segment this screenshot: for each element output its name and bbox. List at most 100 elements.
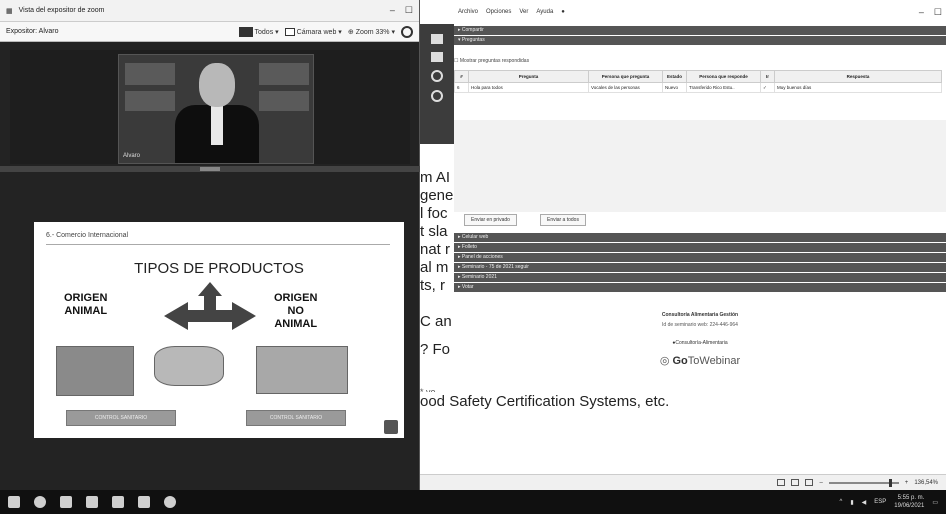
search-icon[interactable] [34,496,46,508]
read-mode-icon[interactable] [777,479,786,486]
record-icon[interactable] [431,70,443,82]
control-sanitario-left: CONTROL SANITARIO [66,410,176,426]
camera-dropdown[interactable]: Cámara web ▾ [284,27,342,36]
chevron-up-icon[interactable]: ^ [840,499,843,505]
maximize-icon[interactable]: ☐ [405,5,413,16]
presenter-shirt [211,105,223,145]
webinar-title: Consultoría Alimentaria Gestión [661,312,739,318]
menu-archivo[interactable]: Archivo [458,9,478,15]
answer-pane[interactable] [454,120,946,212]
show-answered-checkbox[interactable]: ☐ Mostrar preguntas respondidas [454,58,529,64]
col-num[interactable]: # [454,70,469,83]
presenter-window-title: Vista del expositor de zoom [18,7,105,14]
task-view-icon[interactable] [60,496,72,508]
taskbar: ^ ▮ ◀ ESP 5:55 p. m. 19/06/2021 ▭ [0,490,946,514]
slide-logo [384,420,398,434]
presentation-slide: 6.- Comercio Internacional TIPOS DE PROD… [34,222,404,438]
app-icon: ▦ [6,7,13,15]
window-controls: – ☐ [919,7,942,18]
col-pregunta[interactable]: Pregunta [468,70,589,83]
origen-no-animal-label: ORIGEN NO ANIMAL [274,292,318,330]
help-icon[interactable]: ● [561,9,565,15]
side-toolbar [420,24,454,144]
webinar-id: Id de seminario web: 224-446-964 [662,322,738,328]
slide-title: TIPOS DE PRODUCTOS [134,260,304,277]
section-votar[interactable]: ▸ Votar [454,283,946,292]
col-persona-responde[interactable]: Persona que responde [686,70,761,83]
send-all-button[interactable]: Enviar a todos [540,214,586,226]
zoom-out-icon[interactable]: – [819,480,822,486]
section-compartir[interactable]: ▸ Compartir [454,26,946,35]
col-ir[interactable]: Ir [760,70,775,83]
web-layout-icon[interactable] [805,479,814,486]
slide-header: 6.- Comercio Internacional [46,232,129,239]
origen-animal-label: ORIGEN ANIMAL [64,292,108,317]
menu-ayuda[interactable]: Ayuda [536,9,553,15]
zoom-icon: ⊕ [347,28,354,36]
section-seminario-2[interactable]: ▸ Seminario 2021 [454,273,946,282]
table-header-row: # Pregunta Persona que pregunta Estado P… [454,70,942,83]
word-icon[interactable] [138,496,150,508]
mic-icon[interactable] [431,90,443,102]
camera-icon [284,27,295,36]
webcam-icon[interactable] [431,52,443,62]
section-preguntas[interactable]: ▾ Preguntas [454,36,946,45]
volume-icon[interactable]: ◀ [862,499,867,506]
webcam-video: Alvaro [118,54,314,164]
zoom-in-icon[interactable]: + [905,480,909,486]
window-controls: – ☐ [390,5,413,16]
gotowebinar-icon: ◎ [659,355,673,367]
desktop: ▦ Vista del expositor de zoom – ☐ Exposi… [0,0,946,514]
notifications-icon[interactable]: ▭ [932,499,938,506]
explorer-icon[interactable] [112,496,124,508]
presenter-label: Expositor: Alvaro [6,28,59,35]
control-sanitario-right: CONTROL SANITARIO [246,410,346,426]
view-dropdown[interactable]: Todos ▾ [238,26,279,37]
doc-line-1: ood Safety Certification Systems, etc. [420,393,670,410]
splitter-grip[interactable] [200,167,220,171]
zoom-slider[interactable] [828,478,899,487]
doc-line-0: * ve... [420,387,444,392]
status-bar: – + 136,54% [420,474,946,490]
minimize-icon[interactable]: – [390,5,395,16]
col-respuesta[interactable]: Respuesta [774,70,942,83]
webcam-name-label: Alvaro [123,153,141,159]
background-document-bottom: * ve... ood Safety Certification Systems… [420,382,669,412]
network-icon[interactable]: ▮ [850,499,853,506]
clock[interactable]: 5:55 p. m. 19/06/2021 [894,494,924,510]
splitter[interactable] [0,166,420,172]
section-panel[interactable]: ▸ Panel de acciones [454,253,946,262]
minimize-icon[interactable]: – [919,7,924,18]
zoom-level: 136,54% [914,479,938,486]
browser-icon[interactable] [86,496,98,508]
menu-opciones[interactable]: Opciones [486,9,511,15]
presenter-toolbar: Expositor: Alvaro Todos ▾ Cámara web ▾ ⊕… [0,22,419,42]
settings-circle-icon[interactable] [401,25,413,38]
start-icon[interactable] [8,496,20,508]
app-icon[interactable] [164,496,176,508]
slide-divider [46,244,390,245]
col-persona-pregunta[interactable]: Persona que pregunta [588,70,663,83]
presenter-window: ▦ Vista del expositor de zoom – ☐ Exposi… [0,0,420,490]
webinar-info-box: Consultoría Alimentaria Gestión Id de se… [454,306,946,386]
webcam-area: Alvaro [10,50,410,164]
product-photo [256,346,348,394]
screen-share-icon[interactable] [431,34,443,44]
send-private-button[interactable]: Enviar en privado [464,214,517,226]
section-celular[interactable]: ▸ Celular web [454,233,946,242]
section-folleto[interactable]: ▸ Folleto [454,243,946,252]
section-seminario-1[interactable]: ▸ Seminario - 75 de 2021 seguir [454,263,946,272]
zoom-dropdown[interactable]: ⊕ Zoom 33% ▾ [348,28,395,36]
webinar-site: ●Consultoría-Alimentaria [672,340,728,346]
table-row[interactable]: 6 Hola para todos Vocales de las persona… [454,82,942,93]
print-layout-icon[interactable] [791,479,800,486]
menu-ver[interactable]: Ver [519,9,528,15]
questions-table: # Pregunta Persona que pregunta Estado P… [454,70,942,93]
screen-icon [238,26,253,37]
maximize-icon[interactable]: ☐ [934,7,942,18]
presenter-title-bar: ▦ Vista del expositor de zoom – ☐ [0,0,419,22]
language-indicator[interactable]: ESP [874,499,886,505]
system-tray: ^ ▮ ◀ ESP 5:55 p. m. 19/06/2021 ▭ [840,494,938,510]
col-estado[interactable]: Estado [662,70,687,83]
presenter-head [199,63,235,107]
